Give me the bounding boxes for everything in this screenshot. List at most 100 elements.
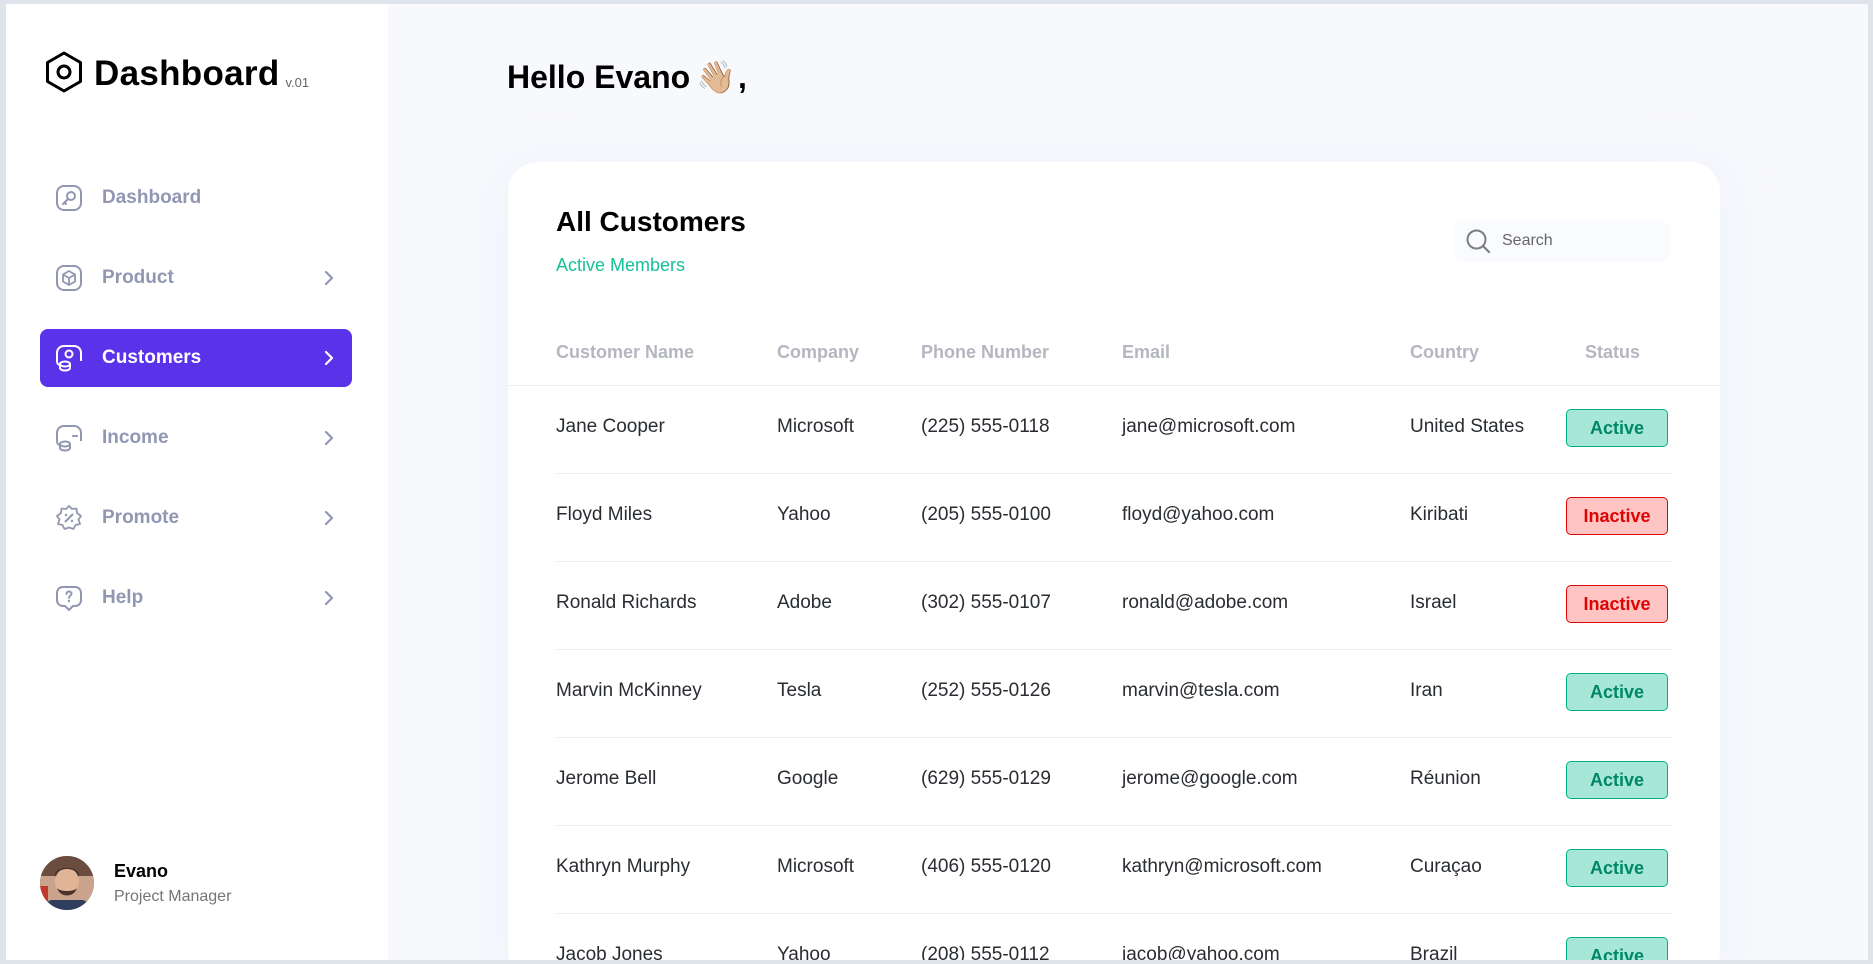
sidebar-item-promote[interactable]: Promote	[40, 489, 352, 547]
app-window: Dashboard v.01 Dashboard Product Custome…	[6, 4, 1868, 960]
customer-name: Marvin McKinney	[556, 680, 702, 701]
column-header[interactable]: Email	[1122, 342, 1170, 363]
customer-country: Curaçao	[1410, 856, 1482, 877]
customer-email: floyd@yahoo.com	[1122, 504, 1275, 525]
card-title: All Customers	[556, 206, 746, 237]
customer-company: Yahoo	[777, 504, 831, 525]
customer-company: Yahoo	[777, 944, 831, 960]
customer-phone: (208) 555-0112	[921, 944, 1050, 960]
status-badge[interactable]: Active	[1566, 409, 1668, 447]
greeting-text: Hello Evano	[507, 58, 691, 95]
sidebar-item-product[interactable]: Product	[40, 249, 352, 307]
column-header[interactable]: Status	[1585, 342, 1640, 363]
table-row[interactable]: Kathryn Murphy Microsoft (406) 555-0120 …	[508, 826, 1720, 914]
brand-title: Dashboard	[94, 54, 280, 93]
customer-email: ronald@adobe.com	[1122, 592, 1289, 613]
customer-name: Jane Cooper	[556, 416, 665, 437]
column-header[interactable]: Customer Name	[556, 342, 694, 363]
search-box[interactable]	[1454, 220, 1670, 262]
customer-country: Réunion	[1410, 768, 1481, 789]
column-header[interactable]: Company	[777, 342, 859, 363]
customer-name: Floyd Miles	[556, 504, 653, 525]
card-subtitle[interactable]: Active Members	[556, 255, 685, 276]
customer-email: jacob@yahoo.com	[1122, 944, 1280, 960]
chevron-right-icon	[324, 510, 334, 526]
chevron-right-icon	[324, 430, 334, 446]
customer-name: Ronald Richards	[556, 592, 697, 613]
sidebar-item-label: Customers	[102, 347, 202, 368]
customer-email: jane@microsoft.com	[1122, 416, 1296, 437]
customer-country: Brazil	[1410, 944, 1458, 960]
status-badge[interactable]: Inactive	[1566, 585, 1668, 623]
customer-company: Microsoft	[777, 856, 855, 877]
user-square-icon	[54, 343, 84, 373]
chevron-right-icon	[324, 350, 334, 366]
customer-phone: (629) 555-0129	[921, 768, 1051, 789]
message-question-icon	[54, 583, 84, 613]
customer-phone: (302) 555-0107	[921, 592, 1051, 613]
brand[interactable]: Dashboard v.01	[42, 50, 309, 94]
status-badge[interactable]: Active	[1566, 849, 1668, 887]
customer-email: jerome@google.com	[1122, 768, 1298, 789]
customer-email: marvin@tesla.com	[1122, 680, 1280, 701]
customer-phone: (406) 555-0120	[921, 856, 1051, 877]
waving-hand-icon: 👋🏼	[696, 58, 736, 96]
customers-card: All Customers Active Members Customer Na…	[508, 162, 1720, 960]
profile-role: Project Manager	[114, 887, 232, 905]
sidebar-item-dashboard[interactable]: Dashboard	[40, 169, 352, 227]
profile-info: Evano Project Manager	[114, 861, 231, 906]
status-badge[interactable]: Inactive	[1566, 497, 1668, 535]
discount-shape-icon	[54, 503, 84, 533]
chevron-right-icon	[324, 270, 334, 286]
key-square-icon	[54, 183, 84, 213]
sidebar-item-income[interactable]: Income	[40, 409, 352, 467]
brand-version: v.01	[285, 75, 310, 90]
customer-email: kathryn@microsoft.com	[1122, 856, 1322, 877]
column-header[interactable]: Phone Number	[921, 342, 1049, 363]
customer-phone: (205) 555-0100	[921, 504, 1051, 525]
table-row[interactable]: Jane Cooper Microsoft (225) 555-0118 jan…	[508, 386, 1720, 474]
customer-name: Kathryn Murphy	[556, 856, 691, 877]
customer-name: Jacob Jones	[556, 944, 663, 960]
table-header: Customer Name Company Phone Number Email…	[508, 332, 1720, 386]
column-header[interactable]: Country	[1410, 342, 1479, 363]
cube-icon	[54, 263, 84, 293]
customer-name: Jerome Bell	[556, 768, 657, 789]
customer-country: United States	[1410, 416, 1525, 437]
wallet-money-icon	[54, 423, 84, 453]
status-badge[interactable]: Active	[1566, 761, 1668, 799]
hexagon-logo-icon	[46, 51, 82, 93]
chevron-right-icon	[324, 590, 334, 606]
sidebar-nav: Dashboard Product Customers Income Promo…	[40, 169, 352, 649]
customer-company: Google	[777, 768, 839, 789]
status-badge[interactable]: Active	[1566, 673, 1668, 711]
sidebar-item-label: Promote	[102, 507, 180, 528]
table-row[interactable]: Jerome Bell Google (629) 555-0129 jerome…	[508, 738, 1720, 826]
sidebar-item-help[interactable]: Help	[40, 569, 352, 627]
sidebar-item-label: Dashboard	[102, 187, 202, 208]
greeting: Hello Evano 👋🏼 ,	[507, 58, 747, 96]
customer-company: Microsoft	[777, 416, 855, 437]
avatar[interactable]	[40, 856, 94, 910]
search-icon	[1466, 229, 1491, 254]
customer-phone: (252) 555-0126	[921, 680, 1051, 701]
status-badge[interactable]: Active	[1566, 937, 1668, 960]
sidebar-item-label: Income	[102, 427, 169, 448]
sidebar-item-customers[interactable]: Customers	[40, 329, 352, 387]
greeting-suffix: ,	[738, 58, 747, 95]
sidebar-item-label: Help	[102, 587, 144, 608]
table-row[interactable]: Marvin McKinney Tesla (252) 555-0126 mar…	[508, 650, 1720, 738]
customer-country: Kiribati	[1410, 504, 1469, 525]
sidebar-item-label: Product	[102, 267, 174, 288]
table-row[interactable]: Jacob Jones Yahoo (208) 555-0112 jacob@y…	[508, 914, 1720, 960]
table-row[interactable]: Floyd Miles Yahoo (205) 555-0100 floyd@y…	[508, 474, 1720, 562]
search-input[interactable]	[1502, 232, 1652, 250]
table-row[interactable]: Ronald Richards Adobe (302) 555-0107 ron…	[508, 562, 1720, 650]
customer-phone: (225) 555-0118	[921, 416, 1050, 437]
customer-company: Tesla	[777, 680, 822, 701]
customer-country: Israel	[1410, 592, 1457, 613]
profile-name: Evano	[114, 860, 169, 881]
user-profile[interactable]: Evano Project Manager	[40, 856, 231, 910]
customer-company: Adobe	[777, 592, 832, 613]
customer-country: Iran	[1410, 680, 1443, 701]
